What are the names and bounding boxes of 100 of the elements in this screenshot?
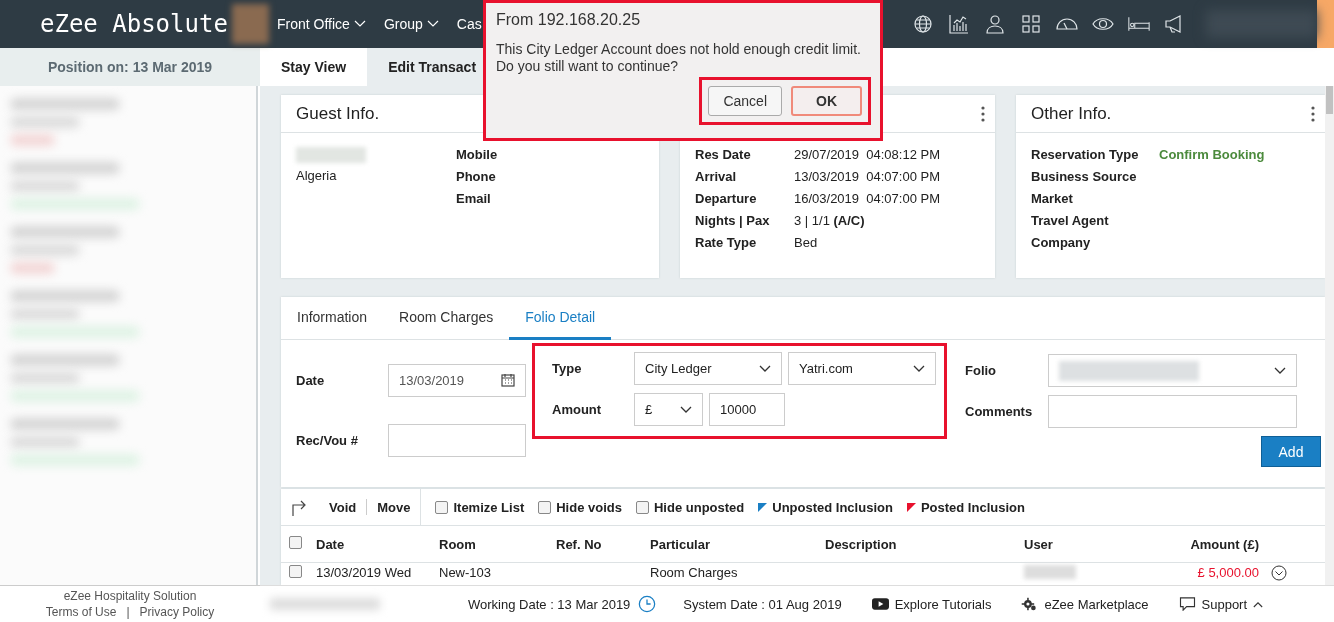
grid-icon[interactable]: [1019, 14, 1042, 34]
bed-icon[interactable]: [1127, 14, 1150, 34]
nav-menu-item[interactable]: Cas: [456, 16, 482, 32]
detail-tab[interactable]: Room Charges: [383, 297, 510, 340]
field-label: Mobile: [456, 147, 498, 162]
working-date: Working Date : 13 Mar 2019: [468, 596, 631, 612]
footer-link[interactable]: Explore Tutorials: [871, 596, 992, 612]
input-field[interactable]: [388, 424, 526, 458]
table-cell-text: New-103: [439, 565, 493, 580]
video-icon: [871, 597, 889, 611]
legend-label: Posted Inclusion: [920, 499, 1025, 515]
column-header: Description: [825, 536, 898, 552]
field-value: 3 | 1/1 (A/C): [794, 213, 866, 228]
column-header: User: [1024, 536, 1054, 552]
chat-bubble-icon: [1178, 597, 1196, 611]
card-title: Guest Info.: [296, 103, 380, 124]
scrollbar[interactable]: [1325, 86, 1334, 585]
table-cell-text: £ 5,000.00: [1196, 565, 1259, 580]
gear-icon: [1021, 597, 1039, 611]
logo: eZee Absolute: [40, 10, 228, 38]
blurred-guest-name: [296, 147, 366, 163]
column-header: Amount (£): [1189, 536, 1259, 552]
link-separator: |: [126, 604, 130, 620]
ok-button[interactable]: OK: [791, 86, 862, 116]
field-value: Bed: [794, 235, 819, 250]
field-label: Phone: [456, 169, 497, 184]
type-dropdown[interactable]: City Ledger: [634, 352, 782, 385]
field-value: 16/03/2019 04:07:00 PM: [794, 191, 941, 206]
privacy-link[interactable]: Privacy Policy: [139, 604, 215, 620]
amount-field[interactable]: 10000: [709, 393, 785, 426]
field-label: Travel Agent: [1031, 213, 1110, 228]
field-label: Comments: [965, 404, 1034, 419]
blurred-image: [231, 4, 269, 44]
field-label: Arrival: [695, 169, 738, 184]
field-label: Folio: [965, 363, 998, 378]
chevron-down-icon: [759, 364, 771, 373]
field-label: Rec/Vou #: [296, 433, 359, 449]
terms-link[interactable]: Terms of Use: [45, 604, 117, 620]
field-label: Res Date: [695, 147, 752, 162]
more-options-icon[interactable]: [981, 105, 985, 122]
company-name: eZee Hospitality Solution: [63, 588, 197, 604]
field-label: Type: [552, 361, 583, 376]
globe-icon[interactable]: [911, 14, 934, 34]
clock-icon[interactable]: [638, 595, 657, 613]
date-field[interactable]: 13/03/2019: [388, 363, 526, 397]
footer-link[interactable]: eZee Marketplace: [1021, 596, 1149, 612]
currency-dropdown[interactable]: £: [634, 393, 703, 426]
row-checkbox[interactable]: [289, 565, 302, 578]
blurred-user: [1024, 565, 1076, 579]
table-cell-text: 13/03/2019 Wed: [316, 565, 413, 580]
more-options-icon[interactable]: [1311, 105, 1315, 122]
checkbox[interactable]: [538, 500, 552, 514]
field-label: Business Source: [1031, 169, 1138, 184]
field-label: Reservation Type: [1031, 147, 1140, 162]
field-label: Nights | Pax: [695, 213, 771, 228]
field-value: Confirm Booking: [1159, 147, 1266, 162]
expand-icon[interactable]: [1271, 565, 1287, 581]
detail-tab[interactable]: Folio Detail: [509, 297, 612, 340]
option-label: Hide unposted: [654, 499, 745, 515]
cancel-button[interactable]: Cancel: [708, 86, 782, 116]
column-header: Particular: [650, 536, 711, 552]
dialog-message: This City Ledger Account does not hold enough credit limit. Do you still want to continue?: [496, 41, 862, 75]
toolbar-action[interactable]: Move: [377, 499, 411, 515]
column-header: Date: [316, 536, 346, 552]
caret-icon[interactable]: [426, 20, 439, 28]
caret-up-icon: [1253, 600, 1264, 608]
legend-label: Unposted Inclusion: [772, 499, 893, 515]
nav-menu-item[interactable]: Group: [383, 16, 439, 32]
option-label: Hide voids: [556, 499, 622, 515]
detail-tab[interactable]: Information: [281, 297, 384, 340]
option-label: Itemize List: [453, 499, 525, 515]
field-label: Amount: [552, 402, 603, 417]
field-value: 29/07/2019 04:08:12 PM: [794, 147, 941, 162]
user-icon[interactable]: [983, 14, 1006, 34]
toolbar-action[interactable]: Void: [329, 499, 357, 515]
field-label: Market: [1031, 191, 1074, 206]
calendar-icon[interactable]: [501, 373, 515, 388]
column-header: Room: [439, 536, 477, 552]
checkbox[interactable]: [636, 500, 649, 514]
footer-link[interactable]: Support: [1178, 596, 1264, 612]
comments-field[interactable]: [1048, 395, 1297, 428]
table-cell-text: Room Charges: [650, 565, 739, 580]
select-all-checkbox[interactable]: [289, 536, 302, 549]
card-title: Other Info.: [1031, 103, 1112, 124]
account-dropdown[interactable]: Yatri.com: [788, 352, 936, 385]
system-date: System Date : 01 Aug 2019: [683, 596, 842, 612]
chevron-down-icon: [680, 405, 692, 414]
nav-menu-item[interactable]: Front Office: [277, 16, 366, 32]
column-header: Ref. No: [556, 536, 603, 552]
chevron-down-icon: [1274, 366, 1286, 375]
field-label: Email: [456, 191, 492, 206]
chart-icon[interactable]: [947, 14, 970, 34]
field-label: Date: [296, 372, 326, 388]
position-date-header: Position on: 13 Mar 2019: [0, 48, 260, 86]
caret-icon[interactable]: [353, 20, 366, 28]
guest-country: Algeria: [296, 168, 338, 183]
dialog-title: From 192.168.20.25: [496, 11, 642, 29]
checkbox[interactable]: [435, 500, 449, 514]
add-button[interactable]: Add: [1261, 436, 1321, 467]
field-label: Rate Type: [695, 235, 758, 250]
